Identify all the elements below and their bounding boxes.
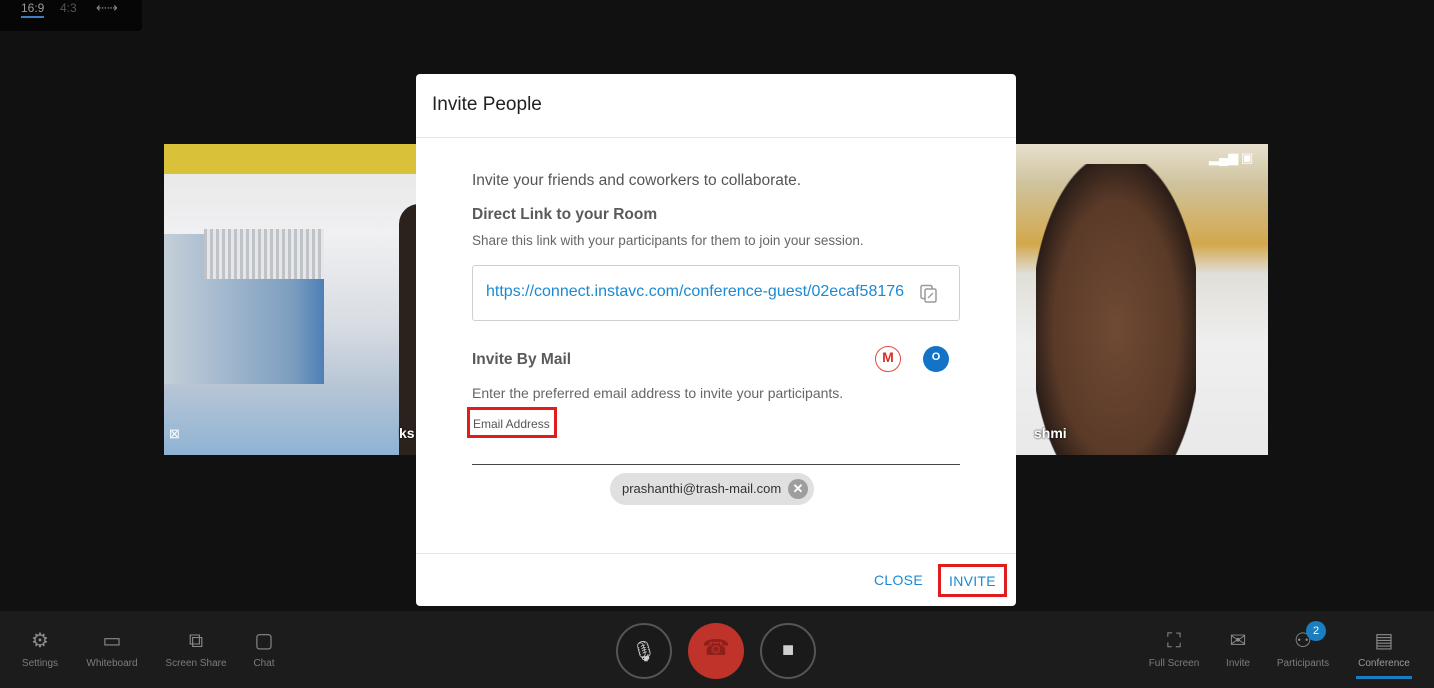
email-chip-text: prashanthi@trash-mail.com bbox=[622, 481, 782, 496]
video-background bbox=[204, 229, 324, 279]
hang-up-button[interactable]: ☎ bbox=[688, 623, 744, 679]
chat-label: Chat bbox=[253, 658, 275, 669]
invite-icon: ✉ bbox=[1229, 630, 1247, 652]
invite-by-mail-title: Invite By Mail bbox=[472, 351, 572, 368]
invite-button[interactable]: INVITE bbox=[949, 573, 996, 589]
microphone-icon: 🎙 bbox=[631, 641, 657, 663]
email-chip: prashanthi@trash-mail.com ✕ bbox=[610, 473, 814, 505]
direct-link-subtitle: Share this link with your participants f… bbox=[472, 233, 864, 248]
room-link[interactable]: https://connect.instavc.com/conference-g… bbox=[486, 283, 904, 301]
full-screen-label: Full Screen bbox=[1148, 658, 1200, 669]
swap-arrows-icon[interactable]: ⇠⇢ bbox=[96, 0, 118, 16]
participant-name: shmi bbox=[1034, 425, 1067, 441]
video-tile-right bbox=[1016, 144, 1268, 455]
outlook-icon[interactable]: O bbox=[923, 346, 949, 372]
participant-name: ks bbox=[399, 425, 415, 441]
conference-button[interactable]: ▤ Conference bbox=[1354, 628, 1414, 669]
chat-icon: ▢ bbox=[254, 630, 274, 652]
aspect-ratio-bar: 16:9 4:3 ⇠⇢ bbox=[0, 0, 142, 31]
whiteboard-button[interactable]: ▭ Whiteboard bbox=[82, 628, 142, 669]
active-tab-indicator bbox=[1356, 676, 1412, 679]
camera-button[interactable]: ■ bbox=[760, 623, 816, 679]
screen-share-icon: ⧉ bbox=[188, 630, 204, 652]
participants-count-badge: 2 bbox=[1306, 621, 1326, 641]
outlook-glyph: O bbox=[931, 351, 941, 363]
screen-share-button[interactable]: ⧉ Screen Share bbox=[162, 628, 230, 669]
remove-chip-icon[interactable]: ✕ bbox=[788, 479, 808, 499]
invite-toolbar-button[interactable]: ✉ Invite bbox=[1216, 628, 1260, 669]
video-camera-icon: ■ bbox=[781, 639, 795, 661]
email-address-input[interactable] bbox=[472, 434, 960, 465]
invite-toolbar-label: Invite bbox=[1226, 658, 1250, 669]
room-link-box[interactable]: https://connect.instavc.com/conference-g… bbox=[472, 265, 960, 321]
screen-share-label: Screen Share bbox=[165, 658, 227, 669]
ratio-4-3-option[interactable]: 4:3 bbox=[60, 1, 77, 15]
conference-label: Conference bbox=[1358, 658, 1410, 669]
whiteboard-label: Whiteboard bbox=[86, 658, 138, 669]
settings-label: Settings bbox=[21, 658, 59, 669]
direct-link-title: Direct Link to your Room bbox=[472, 206, 658, 223]
camera-off-icon[interactable]: ⊠ bbox=[169, 426, 180, 442]
mic-button[interactable]: 🎙 bbox=[616, 623, 672, 679]
gmail-glyph: M bbox=[882, 349, 894, 365]
intro-text: Invite your friends and coworkers to col… bbox=[472, 172, 802, 189]
fullscreen-icon: ⛶ bbox=[1167, 630, 1181, 652]
whiteboard-icon: ▭ bbox=[102, 630, 122, 652]
invite-button-highlight: INVITE bbox=[938, 564, 1007, 597]
conference-icon: ▤ bbox=[1374, 630, 1394, 652]
copy-icon[interactable] bbox=[919, 284, 939, 304]
dialog-footer: CLOSE INVITE bbox=[416, 553, 1016, 606]
dialog-title: Invite People bbox=[432, 94, 542, 115]
close-button[interactable]: CLOSE bbox=[874, 572, 923, 588]
invite-by-mail-subtitle: Enter the preferred email address to inv… bbox=[472, 385, 844, 401]
bottom-toolbar: ⚙ Settings ▭ Whiteboard ⧉ Screen Share ▢… bbox=[0, 611, 1434, 688]
ratio-16-9-option[interactable]: 16:9 bbox=[21, 1, 45, 18]
participants-label: Participants bbox=[1276, 658, 1330, 669]
gmail-icon[interactable]: M bbox=[875, 346, 901, 372]
gear-icon: ⚙ bbox=[31, 630, 49, 652]
dialog-header: Invite People bbox=[416, 74, 1016, 138]
full-screen-button[interactable]: ⛶ Full Screen bbox=[1144, 628, 1204, 669]
hang-up-icon: ☎ bbox=[702, 635, 730, 660]
pip-icon[interactable]: ▣ bbox=[1241, 150, 1253, 166]
email-address-label: Email Address bbox=[473, 417, 550, 431]
invite-people-dialog: Invite People Invite your friends and co… bbox=[416, 74, 1016, 606]
chat-button[interactable]: ▢ Chat bbox=[246, 628, 282, 669]
participant-video bbox=[1036, 164, 1196, 455]
settings-button[interactable]: ⚙ Settings bbox=[18, 628, 62, 669]
signal-bars-icon: ▂▄▆ bbox=[1209, 150, 1239, 165]
